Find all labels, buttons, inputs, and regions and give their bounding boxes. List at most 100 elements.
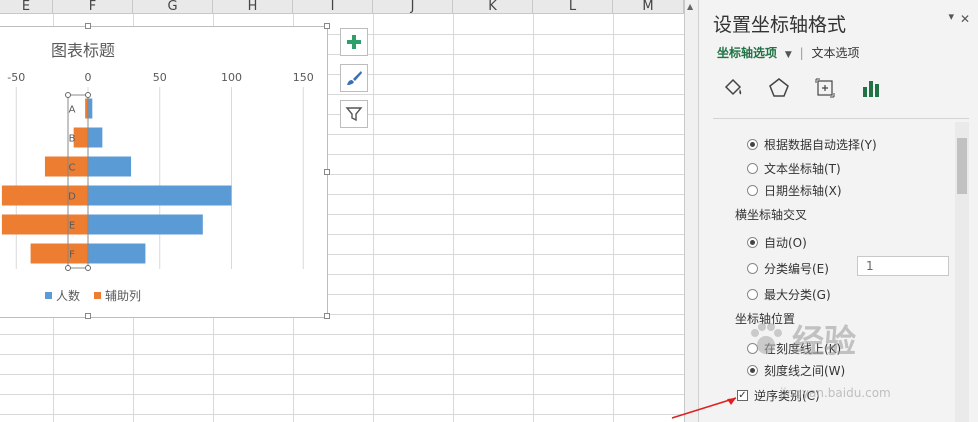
x-tick-label: 50: [153, 71, 167, 84]
selected-axis-box: [67, 94, 89, 269]
axis-selection-handle: [85, 92, 91, 98]
brush-icon: [347, 71, 362, 85]
axis-options-icon[interactable]: [857, 74, 885, 102]
grid-column-line: [533, 14, 534, 422]
grid-row-line: [0, 394, 684, 395]
column-header-i[interactable]: I: [293, 0, 373, 14]
annotation-arrow: [671, 397, 737, 419]
radio-label: 根据数据自动选择(Y): [764, 138, 877, 152]
tab-axis-options[interactable]: 坐标轴选项: [717, 46, 777, 60]
category-label: C: [69, 163, 76, 174]
radio-text-axis[interactable]: 文本坐标轴(T): [747, 160, 841, 177]
tab-separator: |: [799, 46, 804, 60]
close-icon[interactable]: ✕: [960, 12, 970, 26]
column-header-k[interactable]: K: [453, 0, 533, 14]
radio-button[interactable]: [747, 365, 758, 376]
bar-people: [88, 127, 103, 148]
resize-handle-top[interactable]: [85, 23, 91, 29]
legend-item-people[interactable]: 人数: [45, 287, 80, 304]
resize-handle-top-right[interactable]: [324, 23, 330, 29]
tab-text-options[interactable]: 文本选项: [811, 46, 859, 60]
radio-auto-select[interactable]: 根据数据自动选择(Y): [747, 136, 877, 153]
bar-helper: [73, 127, 88, 148]
bar-people: [88, 185, 232, 206]
axis-selection-handle: [65, 265, 71, 271]
radio-label: 日期坐标轴(X): [764, 184, 842, 198]
radio-date-axis[interactable]: 日期坐标轴(X): [747, 182, 842, 199]
tab-dropdown-icon[interactable]: ▼: [785, 50, 792, 60]
grid-row-line: [0, 334, 684, 335]
effects-icon[interactable]: [765, 74, 793, 102]
radio-button[interactable]: [747, 139, 758, 150]
legend-label-people: 人数: [56, 289, 81, 303]
column-header-e[interactable]: E: [0, 0, 53, 14]
size-properties-icon[interactable]: [811, 74, 839, 102]
radio-label: 最大分类(G): [764, 288, 831, 302]
axis-selection-handle: [85, 265, 91, 271]
grid-row-line: [0, 374, 684, 375]
x-tick-label: -50: [7, 71, 25, 84]
filter-icon: [345, 107, 363, 122]
category-label: A: [69, 105, 76, 116]
bar-helper: [30, 243, 89, 264]
column-header-f[interactable]: F: [53, 0, 133, 14]
bar-people: [88, 98, 93, 119]
watermark: 经验: [746, 316, 856, 362]
spreadsheet-grid[interactable]: E F G H I J K L M 图表标题 -50 0 50 100 150 A B C D E…: [0, 0, 684, 422]
x-tick-label: 0: [85, 71, 92, 84]
radio-button[interactable]: [747, 163, 758, 174]
x-tick-label: 100: [221, 71, 242, 84]
radio-button[interactable]: [747, 289, 758, 300]
grid-row-line: [0, 414, 684, 415]
resize-handle-bottom-right[interactable]: [324, 313, 330, 319]
legend-item-helper[interactable]: 辅助列: [94, 287, 141, 304]
scroll-up-icon[interactable]: ▲: [687, 2, 693, 11]
resize-handle-right[interactable]: [324, 169, 330, 175]
watermark-text: 经验: [792, 322, 857, 360]
column-header-j[interactable]: J: [373, 0, 453, 14]
radio-between-tick-marks[interactable]: 刻度线之间(W): [747, 362, 845, 379]
chart-styles-button[interactable]: [340, 64, 368, 92]
category-label: F: [69, 250, 75, 261]
legend-label-helper: 辅助列: [105, 289, 142, 303]
radio-button[interactable]: [747, 263, 758, 274]
column-header-m[interactable]: M: [613, 0, 684, 14]
column-header-g[interactable]: G: [133, 0, 213, 14]
paw-logo-icon: [751, 323, 782, 354]
category-label: D: [68, 192, 76, 203]
panel-title: 设置坐标轴格式: [713, 14, 847, 36]
grid-column-line: [373, 14, 374, 422]
chart-elements-button[interactable]: [340, 28, 368, 56]
legend-swatch-orange: [94, 292, 102, 299]
category-number-input[interactable]: 1: [857, 256, 949, 276]
panel-vertical-scrollbar[interactable]: [955, 122, 969, 422]
column-header-l[interactable]: L: [533, 0, 613, 14]
bar-chart-plot[interactable]: -50 0 50 100 150 A B C D E F: [0, 27, 327, 317]
watermark-url: jingyan.baidu.com: [780, 386, 891, 400]
column-header-h[interactable]: H: [213, 0, 293, 14]
bar-people: [88, 156, 132, 177]
sheet-vertical-scrollbar[interactable]: ▲: [684, 0, 698, 422]
axis-selection-handle: [65, 92, 71, 98]
radio-category-number[interactable]: 分类编号(E): [747, 260, 829, 277]
panel-icon-row: [719, 74, 885, 104]
chart-filters-button[interactable]: [340, 100, 368, 128]
bar-helper: [44, 156, 88, 177]
radio-label: 文本坐标轴(T): [764, 162, 841, 176]
chart-area[interactable]: 图表标题 -50 0 50 100 150 A B C D E F 人数 辅助列: [0, 23, 330, 319]
panel-options-dropdown-icon[interactable]: ▾: [948, 10, 954, 23]
fill-line-icon[interactable]: [719, 74, 747, 102]
radio-cross-auto[interactable]: 自动(O): [747, 234, 807, 251]
radio-max-category[interactable]: 最大分类(G): [747, 286, 831, 303]
scrollbar-thumb[interactable]: [957, 138, 967, 194]
radio-button[interactable]: [747, 185, 758, 196]
resize-handle-bottom[interactable]: [85, 313, 91, 319]
chart-legend[interactable]: 人数 辅助列: [45, 287, 141, 304]
category-label: E: [69, 221, 75, 232]
panel-divider: [713, 118, 969, 119]
radio-button[interactable]: [747, 237, 758, 248]
plus-icon: [347, 35, 361, 49]
x-tick-label: 150: [293, 71, 314, 84]
section-heading-cross: 横坐标轴交叉: [735, 208, 808, 222]
grid-column-line: [453, 14, 454, 422]
